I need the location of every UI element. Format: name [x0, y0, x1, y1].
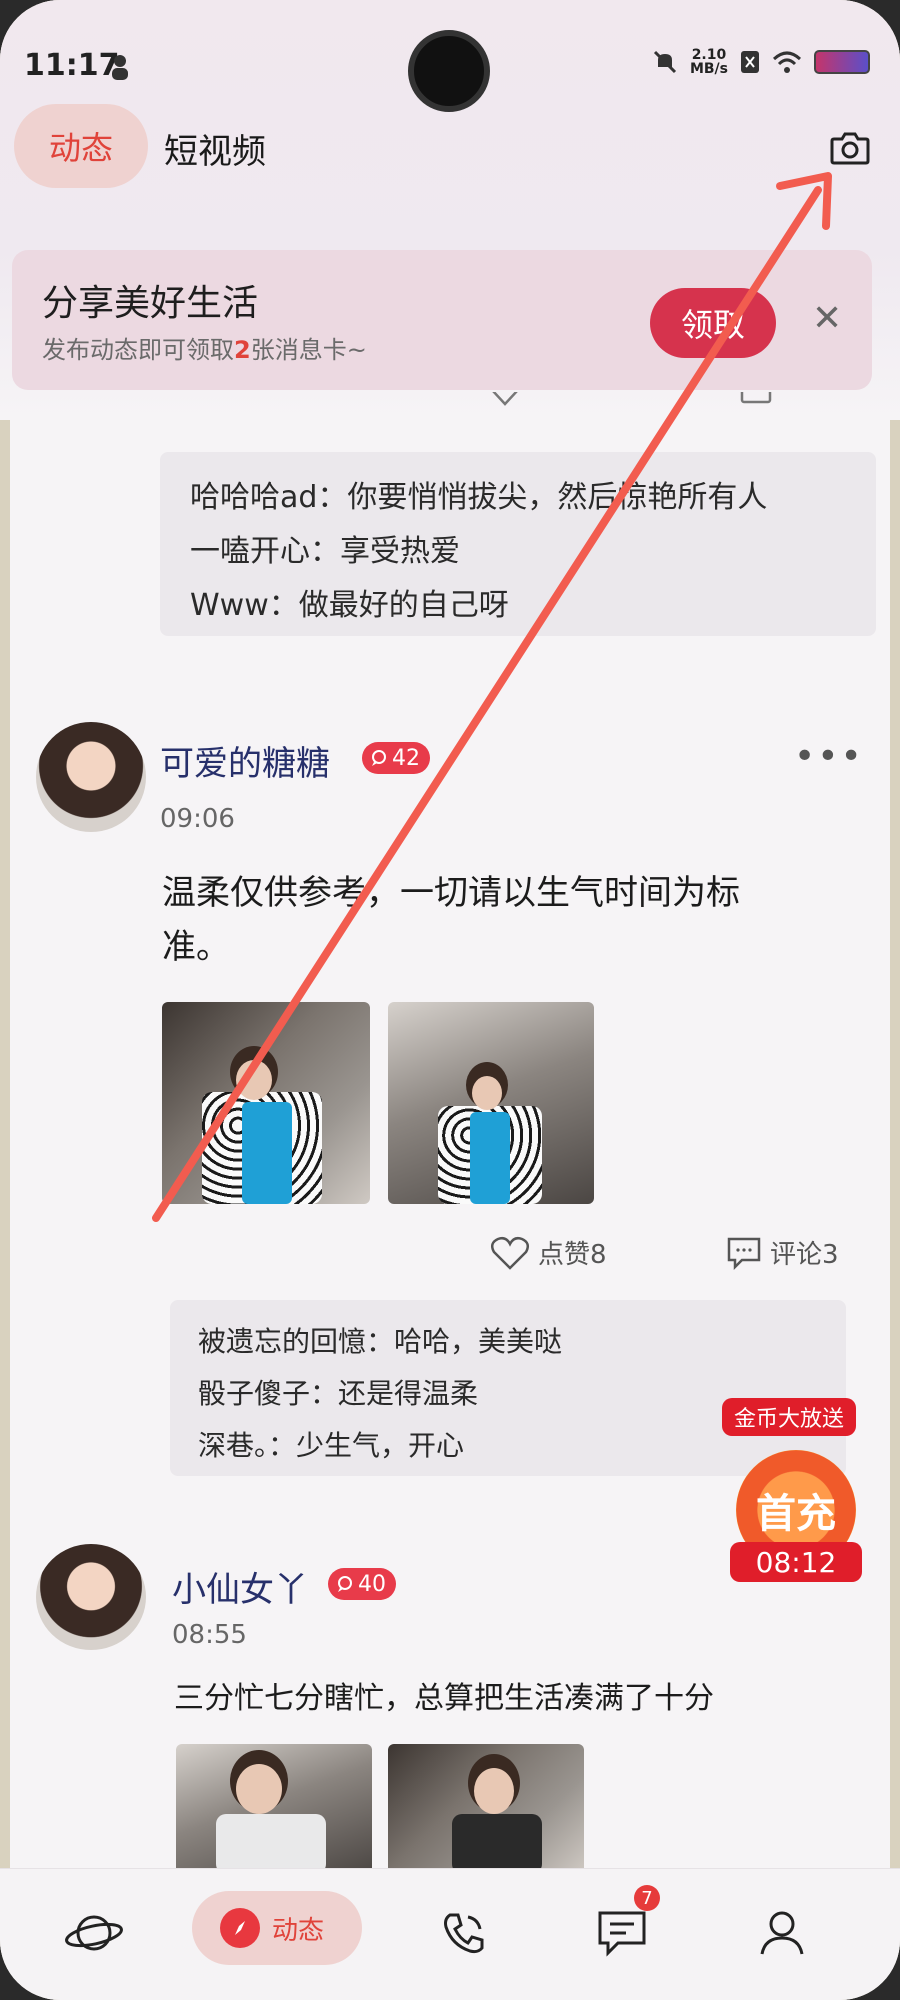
nav-dynamics[interactable]: 动态	[192, 1891, 362, 1965]
level-badge-value: 42	[392, 745, 420, 771]
banner-subtitle-prefix: 发布动态即可领取	[42, 336, 234, 364]
previous-post-comments: 哈哈哈ad：你要悄悄拔尖，然后惊艳所有人 一嗑开心：享受热爱 Www：做最好的自…	[160, 452, 876, 636]
comment-line: 深巷。：少生气，开心	[198, 1429, 465, 1462]
status-time: 11:17	[24, 48, 120, 83]
phone-call-icon	[444, 1913, 484, 1954]
planet-icon	[65, 1915, 123, 1951]
level-badge: 42	[362, 742, 430, 774]
post-username[interactable]: 可爱的糖糖	[160, 736, 330, 785]
net-speed-value: 2.10	[691, 47, 727, 63]
top-nav: 动态 短视频	[14, 104, 886, 194]
post-username[interactable]: 小仙女丫	[172, 1562, 308, 1611]
heart-icon	[490, 1236, 530, 1270]
nav-call[interactable]	[424, 1893, 504, 1973]
chat-bubble-icon	[372, 750, 386, 766]
post-text: 三分忙七分瞎忙，总算把生活凑满了十分	[174, 1672, 714, 1726]
photo-subject	[474, 1768, 514, 1814]
previous-post-actions-cutoff	[480, 392, 860, 414]
net-speed: 2.10 MB/s	[690, 48, 728, 76]
message-badge: 7	[634, 1885, 660, 1911]
comment-line: 骰子傻子：还是得温柔	[198, 1377, 479, 1410]
camera-button[interactable]	[820, 118, 880, 178]
banner-title: 分享美好生活	[42, 283, 259, 324]
phone-screen: 11:17 2.10 MB/s 动态 短视频 分享美好生活 发布动态即可领取2张…	[0, 0, 900, 2000]
camera-icon	[830, 132, 870, 165]
status-right-icons: 2.10 MB/s	[652, 48, 870, 76]
nav-dynamics-label: 动态	[272, 1915, 325, 1946]
mute-icon	[653, 50, 676, 74]
post-text-line: 三分忙七分瞎忙，总算把生活凑满了十分	[174, 1681, 714, 1716]
post-photo[interactable]	[388, 1744, 584, 1874]
photo-subject	[470, 1112, 510, 1204]
nav-discover[interactable]	[54, 1893, 134, 1973]
comment-line: Www：做最好的自己呀	[190, 588, 509, 623]
post-time: 08:55	[172, 1620, 247, 1650]
promo-tag: 金币大放送	[722, 1398, 857, 1436]
compass-icon	[220, 1908, 260, 1948]
post-text-line: 温柔仅供参考，一切请以生气时间为标	[162, 873, 740, 913]
comment-line: 一嗑开心：享受热爱	[190, 534, 460, 569]
tab-short-video[interactable]: 短视频	[164, 124, 266, 173]
banner-subtitle: 发布动态即可领取2张消息卡~	[42, 330, 367, 365]
gold-coin-promo[interactable]: 金币大放送 首充 08:12	[722, 1398, 872, 1588]
banner-subtitle-suffix: 张消息卡~	[250, 336, 367, 364]
battery-icon	[814, 50, 870, 74]
post-time: 09:06	[160, 804, 235, 834]
photo-subject	[216, 1814, 326, 1874]
profile-icon	[760, 1911, 804, 1955]
photo-subject	[242, 1102, 292, 1204]
front-camera-cutout	[408, 30, 490, 112]
bottom-nav: 动态 7	[0, 1868, 900, 2000]
comment-button[interactable]: 评论3	[726, 1234, 839, 1271]
photo-subject	[472, 1076, 502, 1110]
post-text: 温柔仅供参考，一切请以生气时间为标 准。	[162, 866, 740, 974]
post-text-line: 准。	[162, 927, 230, 967]
nav-profile[interactable]	[742, 1893, 822, 1973]
post-photo[interactable]	[388, 1002, 594, 1204]
tab-dynamics[interactable]: 动态	[14, 104, 148, 188]
comment-line: 哈哈哈ad：你要悄悄拔尖，然后惊艳所有人	[190, 480, 768, 515]
comment-icon	[727, 1237, 761, 1270]
wifi-icon	[772, 51, 802, 73]
avatar[interactable]	[36, 722, 146, 832]
like-label: 点赞8	[538, 1240, 607, 1270]
close-icon[interactable]: ✕	[812, 298, 842, 339]
heart-icon	[492, 392, 518, 406]
comment-icon	[740, 392, 772, 404]
post-photo[interactable]	[176, 1744, 372, 1874]
photo-subject	[236, 1060, 272, 1100]
more-options-icon[interactable]: •••	[794, 736, 864, 777]
promo-banner: 分享美好生活 发布动态即可领取2张消息卡~ 领取 ✕	[12, 250, 872, 390]
like-button[interactable]: 点赞8	[490, 1234, 607, 1271]
level-badge-value: 40	[358, 1571, 386, 1597]
banner-subtitle-count: 2	[234, 336, 251, 364]
claim-button[interactable]: 领取	[650, 288, 776, 358]
photo-subject	[236, 1764, 282, 1814]
message-icon	[598, 1911, 646, 1957]
level-badge: 40	[328, 1568, 396, 1600]
chat-bubble-icon	[338, 1576, 352, 1592]
nfc-icon	[741, 51, 759, 73]
photo-subject	[452, 1814, 542, 1874]
person-status-icon	[112, 55, 128, 80]
avatar[interactable]	[36, 1544, 146, 1650]
comment-label: 评论3	[770, 1240, 839, 1270]
net-speed-unit: MB/s	[689, 61, 728, 77]
post-photo[interactable]	[162, 1002, 370, 1204]
comment-line: 被遗忘的回憶：哈哈，美美哒	[198, 1325, 563, 1358]
promo-timer: 08:12	[730, 1542, 862, 1582]
